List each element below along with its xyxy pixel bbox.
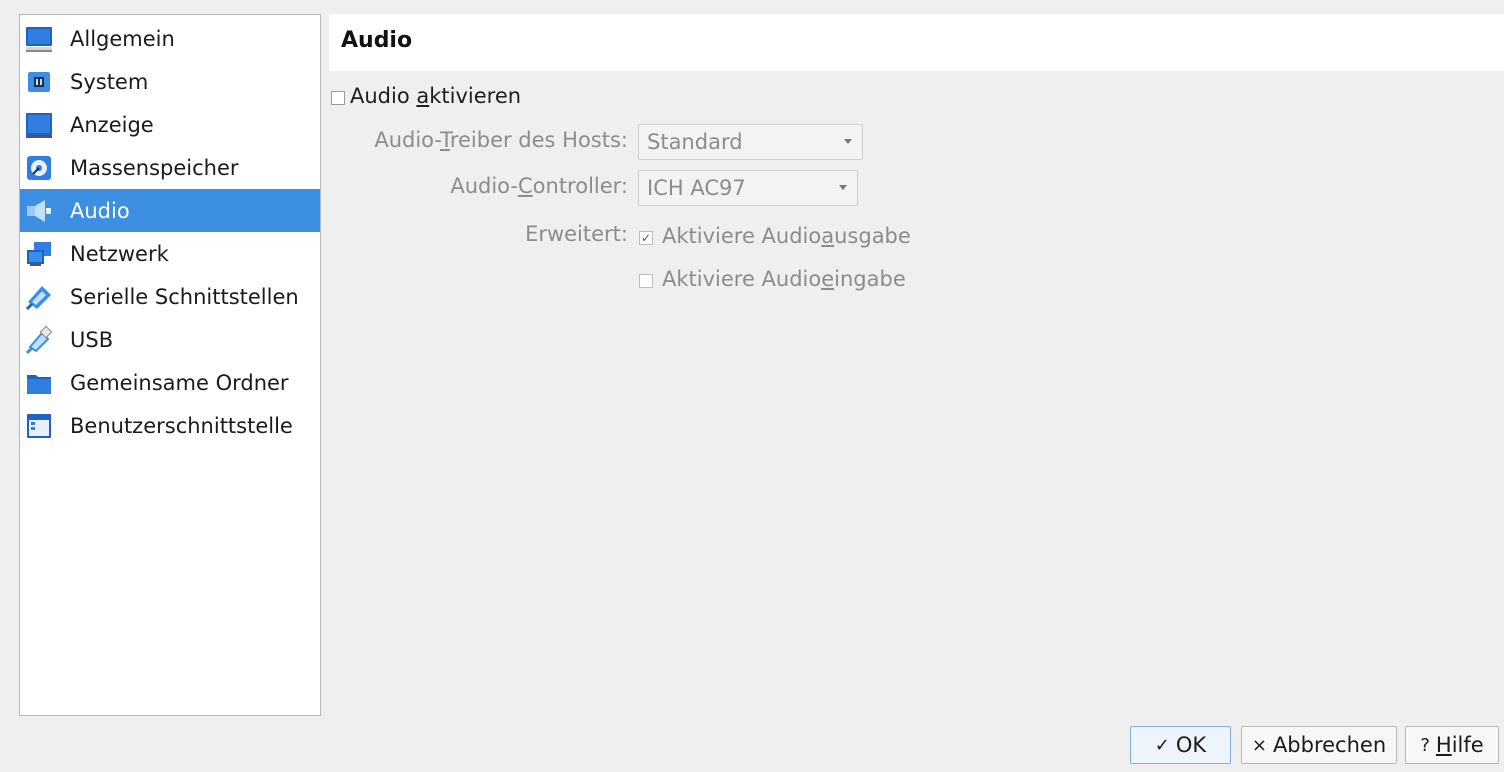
- sidebar-item-benutzerschnittstelle[interactable]: Benutzerschnittstelle: [20, 404, 320, 447]
- host-driver-label-box: Audio-Treiber des Hosts:: [330, 128, 628, 158]
- sidebar-item-label: Allgemein: [70, 26, 175, 51]
- sidebar-item-label: Benutzerschnittstelle: [70, 413, 293, 438]
- sidebar-item-label: USB: [70, 327, 114, 352]
- host-driver-value: Standard: [647, 130, 743, 154]
- user-interface-icon: [27, 413, 51, 438]
- sidebar-item-allgemein[interactable]: Allgemein: [20, 17, 320, 60]
- sidebar-item-serielle-schnittstellen[interactable]: Serielle Schnittstellen: [20, 275, 320, 318]
- audio-output-label[interactable]: Aktiviere Audioausgabe: [662, 224, 911, 248]
- host-driver-label: Audio-Treiber des Hosts:: [374, 128, 628, 152]
- network-icon: [27, 241, 51, 266]
- settings-sidebar: Allgemein System Anzeige Massenspeicher …: [19, 14, 321, 716]
- sidebar-item-anzeige[interactable]: Anzeige: [20, 103, 320, 146]
- cancel-button-label: Abbrechen: [1272, 733, 1387, 757]
- controller-label: Audio-Controller:: [450, 174, 628, 198]
- sidebar-item-label: Anzeige: [70, 112, 154, 137]
- sidebar-item-netzwerk[interactable]: Netzwerk: [20, 232, 320, 275]
- folder-icon: [27, 374, 51, 394]
- extended-label-box: Erweitert:: [330, 222, 628, 252]
- ok-button-label: OK: [1175, 733, 1207, 757]
- controller-select[interactable]: ICH AC97: [638, 170, 858, 206]
- checkmark-icon: ✓: [640, 231, 652, 245]
- sidebar-item-massenspeicher[interactable]: Massenspeicher: [20, 146, 320, 189]
- extended-label: Erweitert:: [525, 222, 628, 246]
- help-icon: ?: [1420, 734, 1430, 756]
- controller-value: ICH AC97: [647, 176, 746, 200]
- sidebar-item-label: Gemeinsame Ordner: [70, 370, 289, 395]
- chevron-down-icon: [839, 185, 847, 190]
- sidebar-item-label: Netzwerk: [70, 241, 169, 266]
- audio-input-label[interactable]: Aktiviere Audioeingabe: [662, 267, 906, 291]
- enable-audio-label[interactable]: Audio aktivieren: [350, 84, 521, 108]
- sidebar-item-audio[interactable]: Audio: [20, 189, 320, 232]
- storage-disk-icon: [27, 155, 51, 180]
- help-button[interactable]: ? Hilfe: [1405, 726, 1499, 764]
- help-button-label: Hilfe: [1435, 733, 1484, 757]
- sidebar-item-gemeinsame-ordner[interactable]: Gemeinsame Ordner: [20, 361, 320, 404]
- ok-button[interactable]: ✓ OK: [1130, 726, 1231, 764]
- display-icon: [26, 112, 52, 138]
- enable-audio-checkbox[interactable]: [331, 91, 345, 105]
- sidebar-item-label: Serielle Schnittstellen: [70, 284, 299, 309]
- page-title: Audio: [341, 28, 413, 53]
- chip-icon: [28, 71, 50, 92]
- audio-input-checkbox[interactable]: [639, 274, 653, 288]
- serial-port-icon: [25, 285, 51, 310]
- close-icon: ×: [1251, 734, 1267, 756]
- sidebar-item-label: System: [70, 69, 149, 94]
- cancel-button[interactable]: × Abbrechen: [1241, 726, 1397, 764]
- sidebar-item-system[interactable]: System: [20, 60, 320, 103]
- audio-output-checkbox[interactable]: ✓: [639, 231, 653, 245]
- host-driver-select[interactable]: Standard: [638, 124, 863, 160]
- sidebar-item-label: Audio: [70, 198, 130, 223]
- usb-icon: [25, 325, 53, 354]
- chevron-down-icon: [844, 139, 852, 144]
- monitor-general-icon: [26, 26, 52, 52]
- sidebar-item-label: Massenspeicher: [70, 155, 239, 180]
- sidebar-item-usb[interactable]: USB: [20, 318, 320, 361]
- page-header: Audio: [329, 14, 1504, 71]
- checkmark-icon: ✓: [1154, 734, 1170, 756]
- controller-label-box: Audio-Controller:: [330, 174, 628, 204]
- speaker-icon: [27, 199, 51, 222]
